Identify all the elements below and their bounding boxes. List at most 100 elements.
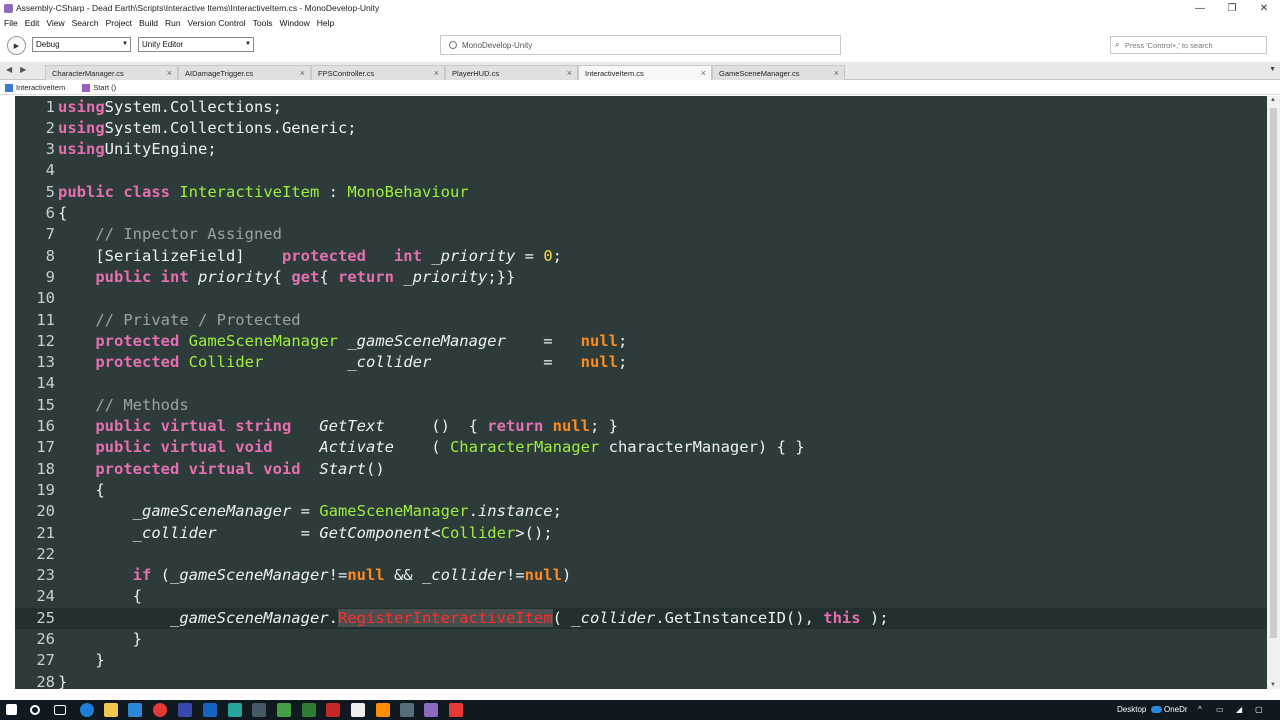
search-input[interactable]: ⌕ Press 'Control+,' to search xyxy=(1110,36,1267,54)
app-icon[interactable] xyxy=(228,703,242,717)
menu-run[interactable]: Run xyxy=(165,18,181,28)
breadcrumb-class[interactable]: InteractiveItem xyxy=(0,83,65,92)
code-token: ( xyxy=(393,438,450,457)
app-icon[interactable] xyxy=(252,703,266,717)
filezilla-icon[interactable] xyxy=(326,703,340,717)
file-explorer-icon[interactable] xyxy=(104,703,118,717)
vertical-scrollbar[interactable]: ▲ ▼ xyxy=(1267,96,1280,689)
notifications-icon[interactable]: ▢ xyxy=(1255,705,1263,714)
code-line[interactable]: 13 protected Collider _collider = null; xyxy=(15,352,1267,373)
menu-help[interactable]: Help xyxy=(317,18,334,28)
close-icon[interactable]: × xyxy=(701,68,706,78)
code-line[interactable]: 21 _collider = GetComponent<Collider>(); xyxy=(15,523,1267,544)
menu-view[interactable]: View xyxy=(46,18,64,28)
code-editor[interactable]: 1 usingSystem.Collections; 2 usingSystem.Co… xyxy=(15,96,1267,689)
edge-icon[interactable] xyxy=(80,703,94,717)
onedrive-icon[interactable] xyxy=(1151,706,1162,713)
close-icon[interactable]: × xyxy=(300,68,305,78)
app-icon[interactable] xyxy=(178,703,192,717)
search-icon[interactable] xyxy=(30,705,40,715)
store-icon[interactable] xyxy=(128,703,142,717)
run-button[interactable]: ▶ xyxy=(7,36,26,55)
unity-icon[interactable] xyxy=(351,703,365,717)
close-icon[interactable]: × xyxy=(834,68,839,78)
configuration-select[interactable]: Debug ▼ xyxy=(32,37,131,52)
minimize-button[interactable]: — xyxy=(1184,0,1216,16)
tab-aidamagetrigger[interactable]: AIDamageTrigger.cs × xyxy=(178,65,311,80)
code-line[interactable]: 8 [SerializeField] protected int _priori… xyxy=(15,246,1267,267)
code-line[interactable]: 20 _gameSceneManager = GameSceneManager.… xyxy=(15,501,1267,522)
scroll-down-icon[interactable]: ▼ xyxy=(1270,682,1276,688)
code-token: return xyxy=(337,267,394,286)
scroll-up-icon[interactable]: ▲ xyxy=(1270,97,1276,103)
task-view-icon[interactable] xyxy=(54,705,66,715)
code-line[interactable]: 22 xyxy=(15,544,1267,565)
app-icon[interactable] xyxy=(302,703,316,717)
windows-start-icon[interactable] xyxy=(6,704,17,715)
code-line[interactable]: 6{ xyxy=(15,203,1267,224)
app-icon[interactable] xyxy=(376,703,390,717)
code-line[interactable]: 27 } xyxy=(15,650,1267,671)
code-line[interactable]: 7 // Inpector Assigned xyxy=(15,224,1267,245)
onedrive-label[interactable]: OneDr xyxy=(1164,705,1188,714)
code-line[interactable]: 26 } xyxy=(15,629,1267,650)
wifi-icon[interactable]: ◢ xyxy=(1236,705,1242,714)
monodevelop-icon[interactable] xyxy=(424,703,438,717)
code-token: Activate xyxy=(319,438,394,457)
tab-label: GameSceneManager.cs xyxy=(719,69,800,78)
code-line[interactable]: 17 public virtual void Activate ( Charac… xyxy=(15,437,1267,458)
app-icon[interactable] xyxy=(203,703,217,717)
code-line[interactable]: 24 { xyxy=(15,586,1267,607)
menu-file[interactable]: File xyxy=(4,18,18,28)
tab-nav-arrows-icon[interactable]: ◀▶ xyxy=(6,65,34,74)
tab-interactiveitem[interactable]: InteractiveItem.cs × xyxy=(578,65,712,80)
maximize-button[interactable]: ❐ xyxy=(1216,0,1248,16)
code-line[interactable]: 25 _gameSceneManager.RegisterInteractive… xyxy=(15,607,1267,629)
chrome-icon[interactable] xyxy=(153,703,167,717)
tab-fpscontroller[interactable]: FPSController.cs × xyxy=(311,65,445,80)
menu-edit[interactable]: Edit xyxy=(25,18,40,28)
code-token: if xyxy=(132,566,152,585)
target-select[interactable]: Unity Editor ▼ xyxy=(138,37,254,52)
code-line[interactable]: 10 xyxy=(15,288,1267,309)
network-icon[interactable]: ▭ xyxy=(1216,705,1224,714)
code-line[interactable]: 23 if (_gameSceneManager!=null && _colli… xyxy=(15,565,1267,586)
app-icon[interactable] xyxy=(277,703,291,717)
menu-build[interactable]: Build xyxy=(139,18,158,28)
code-line[interactable]: 16 public virtual string GetText () { re… xyxy=(15,416,1267,437)
close-icon[interactable]: × xyxy=(434,68,439,78)
breadcrumb-member[interactable]: Start () xyxy=(77,83,116,92)
tab-overflow-icon[interactable]: ▼ xyxy=(1269,66,1276,73)
code-line[interactable]: 18 protected virtual void Start() xyxy=(15,459,1267,480)
close-icon[interactable]: × xyxy=(567,68,572,78)
code-line[interactable]: 2 usingSystem.Collections.Generic; xyxy=(15,118,1267,139)
code-line[interactable]: 9 public int priority{ get{ return _prio… xyxy=(15,267,1267,288)
code-line[interactable]: 28} xyxy=(15,672,1267,689)
menu-version-control[interactable]: Version Control xyxy=(188,18,246,28)
code-line[interactable]: 5 public class InteractiveItem : MonoBeha… xyxy=(15,182,1267,203)
menu-project[interactable]: Project xyxy=(106,18,132,28)
app-icon[interactable] xyxy=(449,703,463,717)
tab-charactermanager[interactable]: CharacterManager.cs × xyxy=(45,65,178,80)
chevron-up-icon[interactable]: ^ xyxy=(1198,705,1202,714)
close-button[interactable]: ✕ xyxy=(1248,0,1280,16)
menu-search[interactable]: Search xyxy=(72,18,99,28)
tab-gamescenemanager[interactable]: GameSceneManager.cs × xyxy=(712,65,845,80)
menu-window[interactable]: Window xyxy=(280,18,310,28)
menu-tools[interactable]: Tools xyxy=(253,18,273,28)
code-line[interactable]: 14 xyxy=(15,373,1267,394)
code-text: usingUnityEngine; xyxy=(58,139,217,160)
app-icon[interactable] xyxy=(400,703,414,717)
code-line[interactable]: 4 xyxy=(15,160,1267,181)
code-line[interactable]: 15 // Methods xyxy=(15,395,1267,416)
close-icon[interactable]: × xyxy=(167,68,172,78)
desktop-toolbar-label[interactable]: Desktop xyxy=(1117,705,1146,714)
code-line[interactable]: 1 usingSystem.Collections; xyxy=(15,97,1267,118)
code-line[interactable]: 3 usingUnityEngine; xyxy=(15,139,1267,160)
scrollbar-thumb[interactable] xyxy=(1270,108,1277,638)
tab-playerhud[interactable]: PlayerHUD.cs × xyxy=(445,65,578,80)
code-line[interactable]: 12 protected GameSceneManager _gameScene… xyxy=(15,331,1267,352)
code-line[interactable]: 19 { xyxy=(15,480,1267,501)
code-line[interactable]: 11 // Private / Protected xyxy=(15,310,1267,331)
